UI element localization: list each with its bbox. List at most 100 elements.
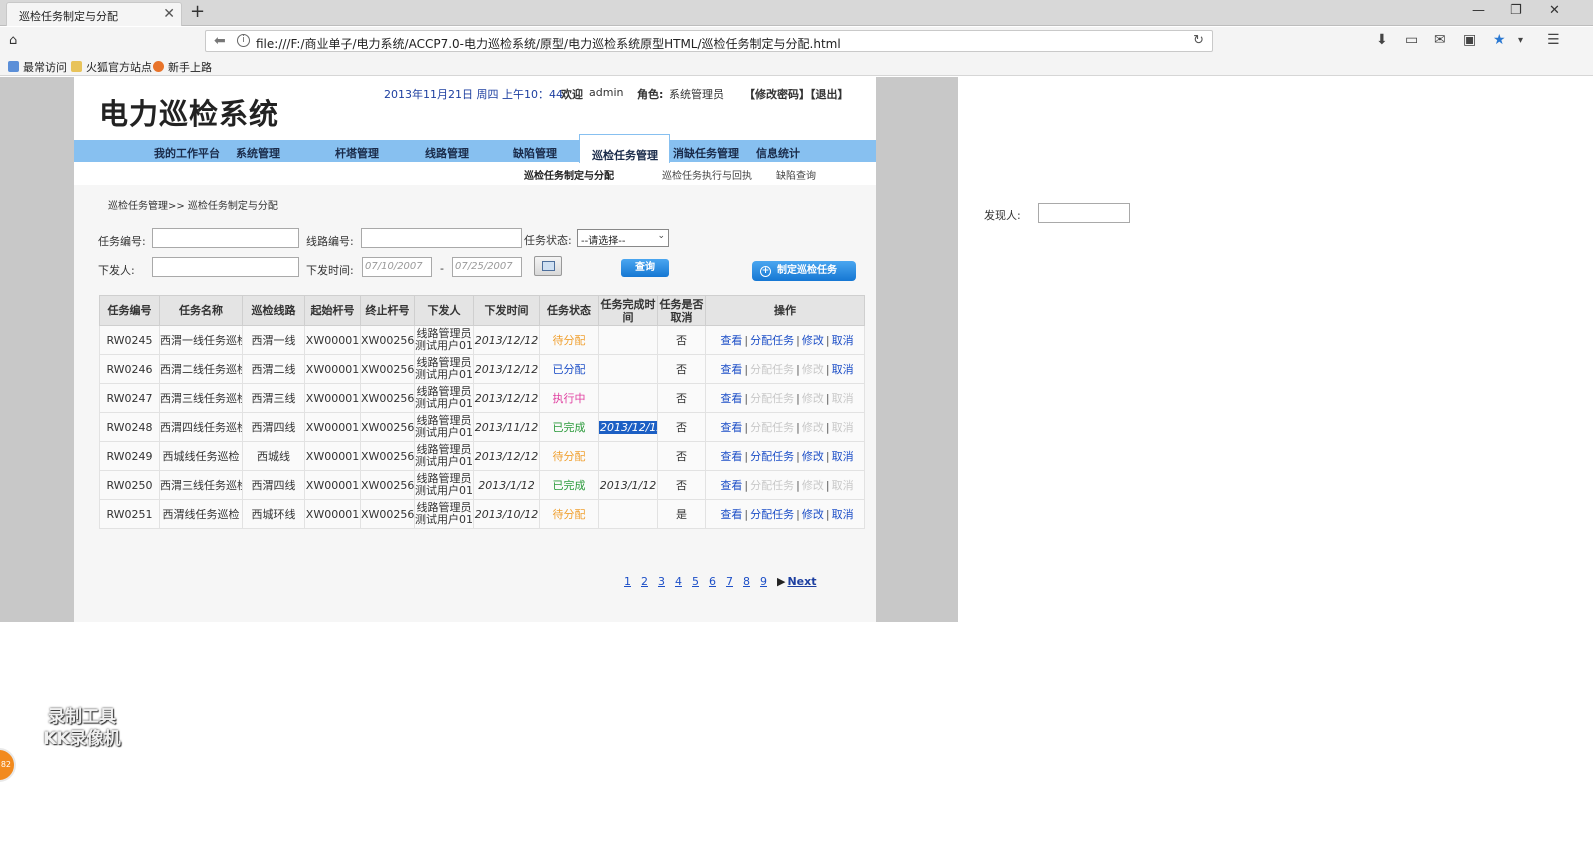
date-from-input[interactable]: 07/10/2007 xyxy=(362,257,432,277)
page-link[interactable]: 5 xyxy=(692,575,699,588)
op-separator: | xyxy=(796,508,800,521)
header-links[interactable]: 【修改密码】【退出】 xyxy=(744,86,849,102)
column-header: 任务完成时间 xyxy=(598,295,658,326)
op-cancel-link[interactable]: 取消 xyxy=(832,334,854,347)
page-link[interactable]: 2 xyxy=(641,575,648,588)
bookmark-item[interactable]: 新手上路 xyxy=(153,59,212,75)
end-tower-cell: XW00256 xyxy=(360,383,415,413)
op-view-link[interactable]: 查看 xyxy=(720,508,742,521)
window-close-icon[interactable]: ✕ xyxy=(1549,3,1560,18)
table-body: RW0245 西渭一线任务巡检 西渭一线 XW00001 XW00256 线路管理员 测试用… xyxy=(99,325,865,529)
next-arrow-icon: ▶ xyxy=(777,575,786,588)
submenu-defect-query[interactable]: 缺陷查询 xyxy=(776,167,816,182)
issuer-user: 测试用户01 xyxy=(415,339,473,352)
page-link[interactable]: 1 xyxy=(624,575,631,588)
page-link[interactable]: 9 xyxy=(760,575,767,588)
recorder-badge[interactable]: 82 xyxy=(0,748,16,782)
menu-line[interactable]: 线路管理 xyxy=(425,145,469,161)
op-cancel-link[interactable]: 取消 xyxy=(832,363,854,376)
submenu-execute[interactable]: 巡检任务执行与回执 xyxy=(662,167,752,182)
line-cell: 西渭四线 xyxy=(242,412,305,442)
minimize-icon[interactable]: — xyxy=(1472,3,1485,18)
new-tab-icon[interactable]: + xyxy=(190,1,205,22)
op-separator: | xyxy=(825,450,830,463)
issuer-user: 测试用户01 xyxy=(415,455,473,468)
menu-workbench[interactable]: 我的工作平台 xyxy=(154,145,220,161)
page-link[interactable]: 4 xyxy=(675,575,682,588)
start-tower-cell: XW00001 xyxy=(304,354,361,384)
bookmark-icon xyxy=(8,61,19,72)
line-no-input[interactable] xyxy=(361,228,522,248)
line-cell: 西渭四线 xyxy=(242,470,305,500)
screenshot-icon[interactable]: ▣ xyxy=(1463,32,1476,48)
date-to-input[interactable]: 07/25/2007 xyxy=(452,257,522,277)
home-icon[interactable]: ⌂ xyxy=(9,33,17,48)
menu-inspection-active[interactable]: 巡检任务管理 xyxy=(579,134,670,163)
menu-statistics[interactable]: 信息统计 xyxy=(756,145,800,161)
op-view-link[interactable]: 查看 xyxy=(720,363,742,376)
bookmark-item[interactable]: 最常访问 xyxy=(8,59,67,75)
op-assign-link[interactable]: 分配任务 xyxy=(750,334,794,347)
issuer-input[interactable] xyxy=(152,257,299,277)
browser-tab[interactable]: 巡检任务制定与分配 ✕ xyxy=(6,2,182,26)
op-view-link[interactable]: 查看 xyxy=(720,392,742,405)
op-cancel-link[interactable]: 取消 xyxy=(832,450,854,463)
issuer-label: 下发人: xyxy=(98,264,135,277)
chat-icon[interactable]: ✉ xyxy=(1434,32,1446,48)
start-tower-cell: XW00001 xyxy=(304,412,361,442)
next-page-link[interactable]: Next xyxy=(787,575,816,588)
start-tower-cell: XW00001 xyxy=(304,383,361,413)
menu-defect[interactable]: 缺陷管理 xyxy=(513,145,557,161)
menu-tower[interactable]: 杆塔管理 xyxy=(335,145,379,161)
op-cancel-link[interactable]: 取消 xyxy=(832,508,854,521)
op-view-link[interactable]: 查看 xyxy=(720,334,742,347)
page-link[interactable]: 3 xyxy=(658,575,665,588)
end-tower-cell: XW00256 xyxy=(360,499,415,529)
calendar-button[interactable] xyxy=(534,256,562,276)
menu-icon[interactable]: ☰ xyxy=(1547,32,1560,48)
role-label: 角色: xyxy=(637,88,664,101)
op-edit-link[interactable]: 修改 xyxy=(802,334,824,347)
issue-time-cell: 2013/11/12 xyxy=(473,412,540,442)
sidebar-icon[interactable]: ▭ xyxy=(1405,32,1418,48)
menu-elimination[interactable]: 消缺任务管理 xyxy=(673,145,739,161)
tab-close-icon[interactable]: ✕ xyxy=(163,6,175,22)
issue-time-cell: 2013/12/12 xyxy=(473,441,540,471)
cancelled-cell: 否 xyxy=(657,325,706,355)
op-edit-link[interactable]: 修改 xyxy=(802,508,824,521)
query-button[interactable]: 查询 xyxy=(621,259,669,277)
finder-input[interactable] xyxy=(1038,203,1130,223)
make-task-button[interactable]: + 制定巡检任务 xyxy=(752,261,856,281)
task-no-input[interactable] xyxy=(152,228,299,248)
page-link[interactable]: 8 xyxy=(743,575,750,588)
column-header: 任务状态 xyxy=(539,295,599,326)
url-text[interactable]: file:///F:/商业单子/电力系统/ACCP7.0-电力巡检系统/原型/电… xyxy=(256,35,841,52)
op-assign-link[interactable]: 分配任务 xyxy=(750,508,794,521)
dropdown-icon[interactable]: ▾ xyxy=(1518,35,1523,46)
cancelled-cell: 否 xyxy=(657,441,706,471)
bookmark-item[interactable]: 火狐官方站点 xyxy=(71,59,152,75)
op-view-link[interactable]: 查看 xyxy=(720,421,742,434)
op-separator: | xyxy=(796,334,800,347)
status-cell: 已分配 xyxy=(539,354,599,384)
op-view-link[interactable]: 查看 xyxy=(720,479,742,492)
status-select[interactable]: --请选择-- ⌄ xyxy=(577,229,669,247)
op-separator: | xyxy=(744,450,749,463)
op-edit-link[interactable]: 修改 xyxy=(802,450,824,463)
line-cell: 西渭一线 xyxy=(242,325,305,355)
op-view-link[interactable]: 查看 xyxy=(720,450,742,463)
reload-icon[interactable]: ↻ xyxy=(1193,33,1204,48)
cancelled-cell: 否 xyxy=(657,412,706,442)
info-icon[interactable]: i xyxy=(237,34,250,47)
menu-system[interactable]: 系统管理 xyxy=(236,145,280,161)
download-icon[interactable]: ⬇ xyxy=(1376,32,1388,48)
submenu-make-assign[interactable]: 巡检任务制定与分配 xyxy=(524,167,614,182)
op-assign-link[interactable]: 分配任务 xyxy=(750,450,794,463)
bookmark-star-icon[interactable]: ★ xyxy=(1493,32,1506,48)
url-bar[interactable]: ⬅ i file:///F:/商业单子/电力系统/ACCP7.0-电力巡检系统/… xyxy=(205,30,1213,52)
restore-icon[interactable]: ❐ xyxy=(1510,3,1522,18)
page-link[interactable]: 6 xyxy=(709,575,716,588)
page-link[interactable]: 7 xyxy=(726,575,733,588)
column-header: 巡检线路 xyxy=(242,295,305,326)
back-arrow-icon[interactable]: ⬅ xyxy=(214,33,226,49)
